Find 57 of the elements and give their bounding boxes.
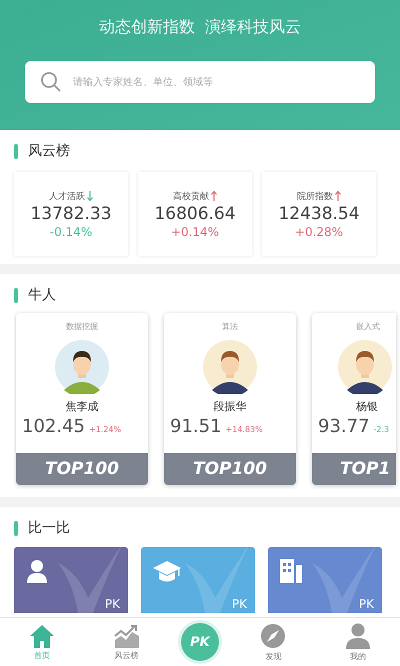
- compare-card[interactable]: PK: [268, 547, 382, 613]
- compass-icon: [260, 622, 286, 648]
- score-change: +1.24%: [88, 425, 122, 434]
- index-change: +0.14%: [170, 224, 220, 238]
- section-title: 牛人: [28, 286, 56, 304]
- index-card[interactable]: 高校贡献 16806.64 +0.14%: [138, 172, 252, 256]
- rank-badge: TOP1: [312, 453, 396, 485]
- index-label: 人才活跃: [49, 190, 85, 202]
- pk-label: PK: [104, 597, 120, 611]
- expert-card[interactable]: 算法 段振华 91.51 +14.83% TOP100: [164, 313, 296, 485]
- rank-badge: TOP100: [164, 453, 296, 485]
- slogan: 动态创新指数 演绎科技风云: [98, 17, 302, 38]
- index-card[interactable]: 院所指数 12438.54 +0.28%: [262, 172, 376, 256]
- expert-card[interactable]: 数据挖掘 焦李成 102.45 +1.24% TOP100: [16, 313, 148, 485]
- up-arrow-icon: [335, 191, 341, 201]
- field-label: 数据挖掘: [66, 321, 98, 332]
- pk-label: PK: [232, 597, 247, 611]
- nav-tab[interactable]: 首页: [12, 624, 72, 660]
- index-change: -0.14%: [50, 224, 92, 238]
- index-label: 高校贡献: [173, 190, 209, 202]
- avatar-icon: [203, 340, 257, 394]
- index-value: 16806.64: [154, 204, 236, 224]
- expert-name: 杨银: [356, 399, 378, 414]
- rank-badge: TOP100: [16, 453, 148, 485]
- index-label: 院所指数: [297, 190, 333, 202]
- field-label: 嵌入式: [356, 321, 380, 332]
- nav-tab[interactable]: 我的: [328, 622, 388, 662]
- expert-name: 焦李成: [66, 399, 98, 414]
- person-icon: [26, 559, 48, 583]
- section-title: 比一比: [28, 519, 70, 537]
- graduation-cap-icon: [153, 559, 181, 583]
- chart-icon: [114, 624, 140, 648]
- nav-tab[interactable]: 风云榜: [96, 624, 157, 660]
- score-change: +14.83%: [226, 425, 263, 434]
- pk-label: PK: [358, 597, 374, 611]
- search-field[interactable]: 请输入专家姓名、单位、领域等: [25, 61, 375, 103]
- avatar-icon: [55, 340, 109, 394]
- avatar-icon: [338, 340, 392, 394]
- expert-name: 段振华: [214, 399, 246, 414]
- index-value: 13782.33: [30, 204, 112, 224]
- index-change: +0.28%: [294, 224, 344, 238]
- home-icon: [29, 624, 56, 648]
- building-icon: [280, 559, 302, 583]
- index-card[interactable]: 人才活跃 13782.33 -0.14%: [14, 172, 128, 256]
- expert-score: 102.45: [22, 416, 85, 437]
- compare-card[interactable]: PK: [14, 547, 128, 613]
- section-title: 风云榜: [28, 142, 70, 160]
- field-label: 算法: [222, 321, 238, 332]
- user-icon: [346, 622, 370, 648]
- down-arrow-icon: [87, 191, 93, 201]
- expert-score: 93.77: [318, 416, 370, 437]
- expert-card[interactable]: 嵌入式 杨银 93.77 -2.3 TOP1: [312, 313, 396, 485]
- score-change: -2.3: [374, 425, 390, 434]
- nav-tab[interactable]: 发现: [243, 622, 304, 662]
- up-arrow-icon: [211, 191, 217, 201]
- expert-score: 91.51: [170, 416, 222, 437]
- index-value: 12438.54: [278, 204, 360, 224]
